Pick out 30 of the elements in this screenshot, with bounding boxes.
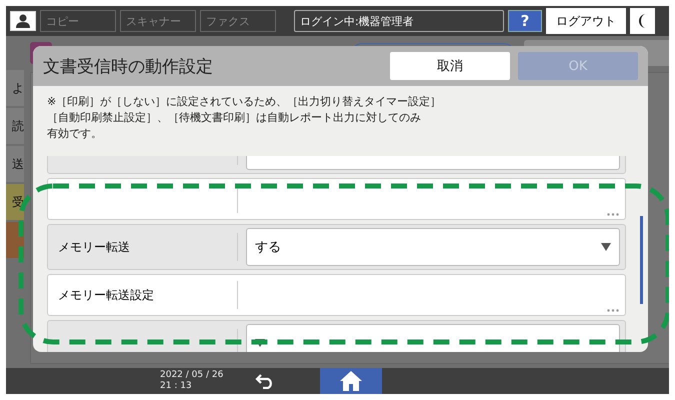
sidebar-item[interactable]: 受 [6,184,24,220]
home-button[interactable] [320,368,382,394]
setting-row[interactable] [47,178,626,220]
ellipsis-icon [607,213,619,216]
setting-row[interactable]: メモリー転送設定 [47,274,626,316]
sidebar-item[interactable]: よ [6,70,24,106]
setting-label: メモリー転送設定 [48,281,238,309]
setting-label: メモリー転送 [48,233,238,261]
home-icon [339,370,364,392]
notice-text: ※［印刷］が［しない］に設定されているため、［出力切り替えタイマー設定］ [47,94,442,110]
dialog-title: 文書受信時の動作設定 [43,56,213,78]
notice-text: ［自動印刷禁止設定］、［待機文書印刷］は自動レポート出力に対してのみ [47,110,422,126]
scrollbar[interactable] [640,216,643,304]
help-button[interactable]: ? [508,10,542,32]
sidebar-item[interactable]: 送 [6,146,24,182]
setting-row[interactable]: メモリー転送 する [47,224,626,270]
ellipsis-icon [607,309,619,312]
moon-icon [638,13,648,29]
sleep-button[interactable] [630,8,655,34]
notice-text: 有効です。 [47,126,103,142]
cancel-button[interactable]: 取消 [390,52,510,80]
person-icon [16,14,30,28]
date-text: 2022 / 05 / 26 [160,370,224,381]
dropdown-value: する [255,239,281,256]
time-text: 21 : 13 [160,381,193,392]
logout-button[interactable]: ログアウト [546,8,626,34]
dropdown-field[interactable]: する [246,228,620,266]
user-button[interactable] [10,11,36,31]
sidebar-item[interactable]: 読 [6,108,24,144]
login-status[interactable]: ログイン中:機器管理者 [294,10,504,32]
